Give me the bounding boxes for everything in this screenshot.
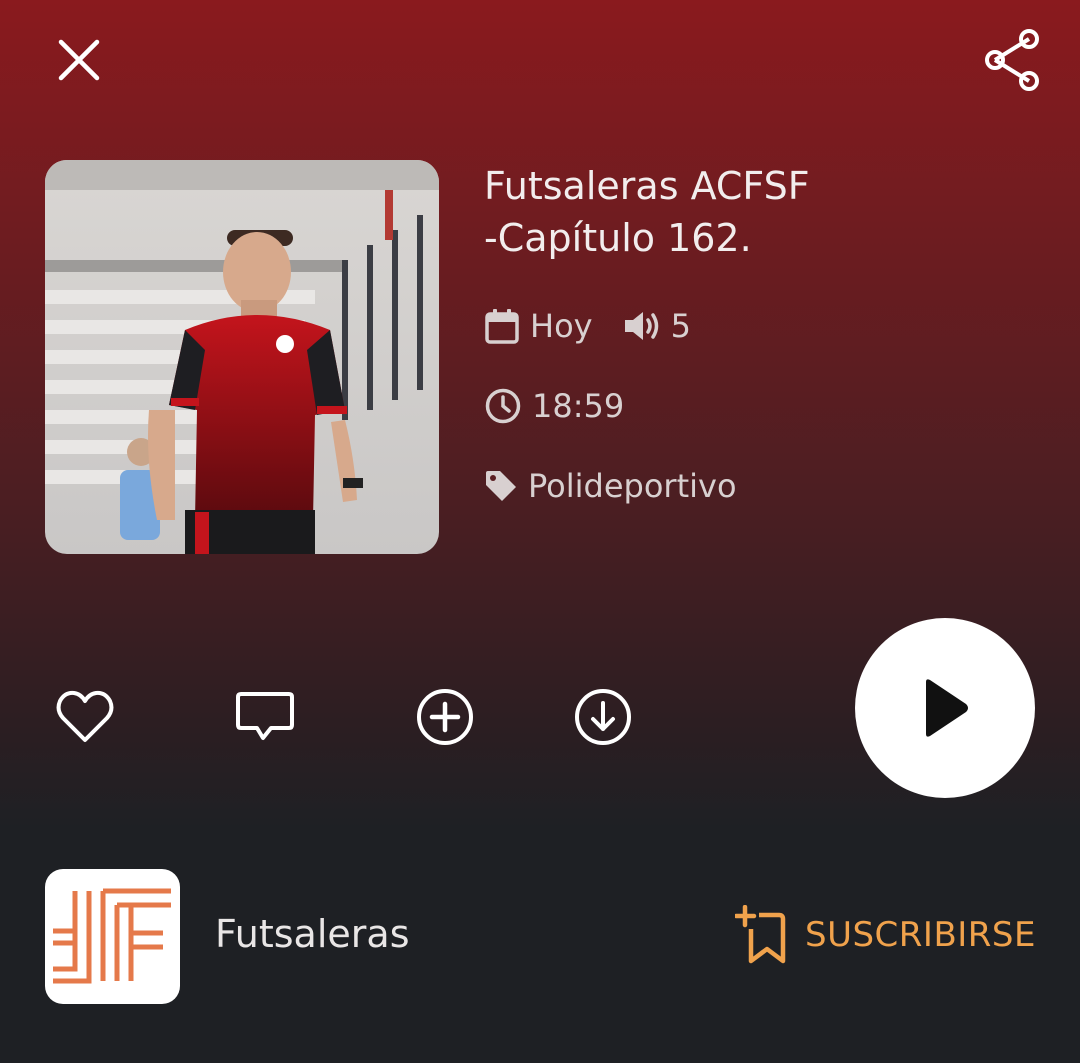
share-button[interactable] xyxy=(972,20,1052,100)
episode-date: Hoy xyxy=(530,307,593,345)
episode-duration: 18:59 xyxy=(532,387,625,425)
speaker-icon xyxy=(623,309,661,343)
download-button[interactable] xyxy=(571,685,635,749)
episode-title-line1: Futsaleras ACFSF xyxy=(484,164,810,208)
clock-icon xyxy=(484,387,522,425)
program-name[interactable]: Futsaleras xyxy=(215,912,410,956)
top-bar xyxy=(0,0,1080,120)
heart-icon xyxy=(56,690,114,742)
subscribe-button[interactable]: SUSCRIBIRSE xyxy=(735,902,1036,968)
close-button[interactable] xyxy=(44,25,114,95)
add-to-playlist-button[interactable] xyxy=(413,685,477,749)
comment-icon xyxy=(236,692,294,740)
download-icon xyxy=(575,689,631,745)
episode-title-line2: -Capítulo 162. xyxy=(484,216,752,260)
like-button[interactable] xyxy=(53,685,117,749)
episode-plays-count: 5 xyxy=(670,307,691,345)
bookmark-add-icon xyxy=(735,905,786,964)
episode-title: Futsaleras ACFSF -Capítulo 162. xyxy=(484,160,884,264)
tag-icon xyxy=(484,469,518,503)
play-icon xyxy=(926,679,968,737)
play-button[interactable] xyxy=(855,618,1035,798)
episode-tag: Polideportivo xyxy=(528,467,737,505)
episode-tag-row[interactable]: Polideportivo xyxy=(484,464,737,508)
program-logo[interactable] xyxy=(45,869,180,1004)
program-bar: Futsaleras SUSCRIBIRSE xyxy=(0,860,1080,1020)
episode-date-plays-row: Hoy 5 xyxy=(484,304,691,348)
episode-cover-image xyxy=(45,160,439,554)
episode-duration-row: 18:59 xyxy=(484,384,624,428)
episode-info: Futsaleras ACFSF -Capítulo 162. Hoy 5 18… xyxy=(484,160,1044,505)
share-icon xyxy=(985,29,1039,91)
comment-button[interactable] xyxy=(233,685,297,749)
subscribe-label: SUSCRIBIRSE xyxy=(805,915,1036,955)
close-icon xyxy=(58,39,100,81)
plus-circle-icon xyxy=(417,689,473,745)
calendar-icon xyxy=(484,307,520,345)
